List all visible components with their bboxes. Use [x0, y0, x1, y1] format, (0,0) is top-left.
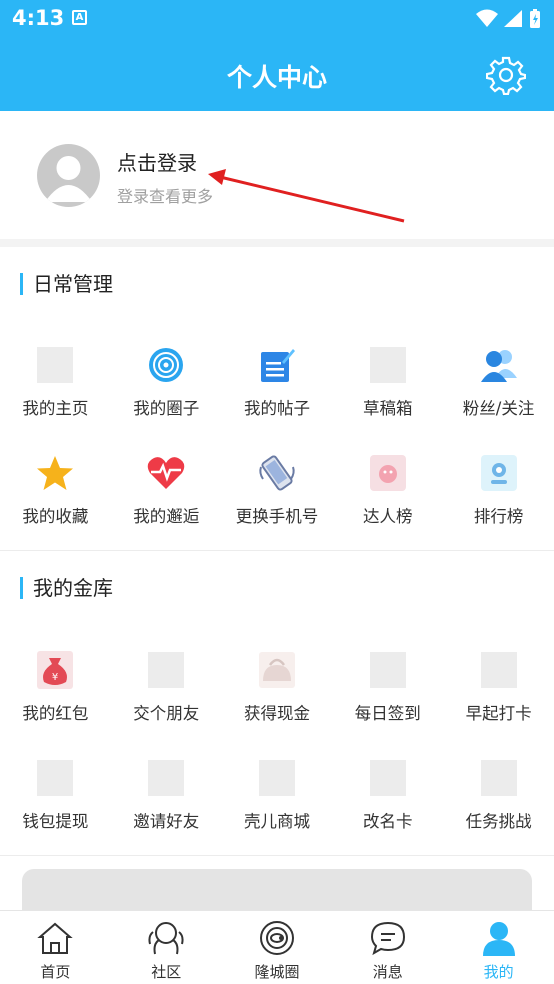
nav-mine[interactable]: 我的	[443, 911, 554, 984]
placeholder-icon	[480, 760, 517, 796]
home-icon	[37, 922, 74, 954]
status-bar: 4:13 A	[0, 0, 554, 38]
item-make-friends[interactable]: 交个朋友	[111, 640, 222, 748]
item-task-challenge[interactable]: 任务挑战	[443, 748, 554, 856]
expert-icon	[369, 455, 406, 491]
nav-messages[interactable]: 消息	[332, 911, 443, 984]
placeholder-icon	[37, 347, 74, 383]
placeholder-icon	[369, 652, 406, 688]
item-withdraw[interactable]: 钱包提现	[0, 748, 111, 856]
daily-management-grid: 我的主页 我的圈子 我的帖子 草稿箱 粉丝/关注 我的收藏 我的邂逅 更换手机号…	[0, 335, 554, 551]
placeholder-icon	[148, 652, 185, 688]
placeholder-icon	[369, 760, 406, 796]
section-divider	[0, 855, 554, 856]
placeholder-icon	[480, 652, 517, 688]
placeholder-icon	[258, 760, 295, 796]
item-red-packet[interactable]: ¥ 我的红包	[0, 640, 111, 748]
nav-home[interactable]: 首页	[0, 911, 111, 984]
gear-icon	[485, 56, 527, 96]
status-time: 4:13	[12, 6, 65, 30]
item-my-circles[interactable]: 我的圈子	[111, 335, 222, 443]
item-fans-follow[interactable]: 粉丝/关注	[443, 335, 554, 443]
app-bar: 个人中心	[0, 38, 554, 111]
item-rename-card[interactable]: 改名卡	[332, 748, 443, 856]
svg-text:¥: ¥	[52, 672, 58, 683]
status-icons	[474, 8, 544, 34]
user-icon	[482, 922, 515, 956]
nav-longcheng-circle[interactable]: 隆城圈	[222, 911, 333, 984]
section-title-daily: 日常管理	[20, 273, 113, 295]
nav-community[interactable]: 社区	[111, 911, 222, 984]
community-icon	[148, 922, 184, 955]
heart-pulse-icon	[147, 457, 185, 489]
page-title: 个人中心	[226, 63, 327, 92]
login-subtitle: 登录查看更多	[117, 187, 214, 206]
circle-target-icon	[149, 348, 184, 382]
avatar[interactable]	[37, 144, 100, 207]
item-drafts[interactable]: 草稿箱	[332, 335, 443, 443]
wifi-icon	[476, 9, 498, 27]
item-my-favorites[interactable]: 我的收藏	[0, 443, 111, 551]
purse-icon	[258, 652, 295, 688]
placeholder-icon	[369, 347, 406, 383]
placeholder-icon	[148, 760, 185, 796]
bottom-navigation: 首页 社区 隆城圈 消息 我的	[0, 910, 554, 984]
item-daily-checkin[interactable]: 每日签到	[332, 640, 443, 748]
item-my-encounters[interactable]: 我的邂逅	[111, 443, 222, 551]
fans-icon	[480, 350, 517, 382]
settings-button[interactable]	[485, 55, 527, 96]
star-icon	[37, 456, 74, 490]
signal-icon	[504, 10, 522, 27]
default-avatar-icon	[45, 156, 92, 202]
item-get-cash[interactable]: 获得现金	[222, 640, 333, 748]
vault-grid: ¥ 我的红包 交个朋友 获得现金 每日签到 早起打卡 钱包提现 邀请好友 壳儿商…	[0, 640, 554, 856]
login-title[interactable]: 点击登录	[117, 147, 197, 176]
item-early-checkin[interactable]: 早起打卡	[443, 640, 554, 748]
item-shell-mall[interactable]: 壳儿商城	[222, 748, 333, 856]
annotation-arrow	[208, 169, 405, 223]
placeholder-icon	[37, 760, 74, 796]
item-my-posts[interactable]: 我的帖子	[222, 335, 333, 443]
item-ranking[interactable]: 排行榜	[443, 443, 554, 551]
message-icon	[370, 921, 405, 956]
money-bag-icon: ¥	[37, 651, 74, 689]
item-my-homepage[interactable]: 我的主页	[0, 335, 111, 443]
phone-icon	[259, 455, 295, 491]
item-change-phone[interactable]: 更换手机号	[222, 443, 333, 551]
post-edit-icon	[260, 349, 295, 382]
section-divider	[0, 239, 554, 247]
item-invite-friends[interactable]: 邀请好友	[111, 748, 222, 856]
section-title-vault: 我的金库	[20, 577, 113, 599]
item-expert-rank[interactable]: 达人榜	[332, 443, 443, 551]
planet-icon	[259, 921, 294, 955]
notification-a-icon: A	[72, 10, 87, 25]
section-divider	[0, 550, 554, 551]
ranking-icon	[480, 455, 517, 491]
